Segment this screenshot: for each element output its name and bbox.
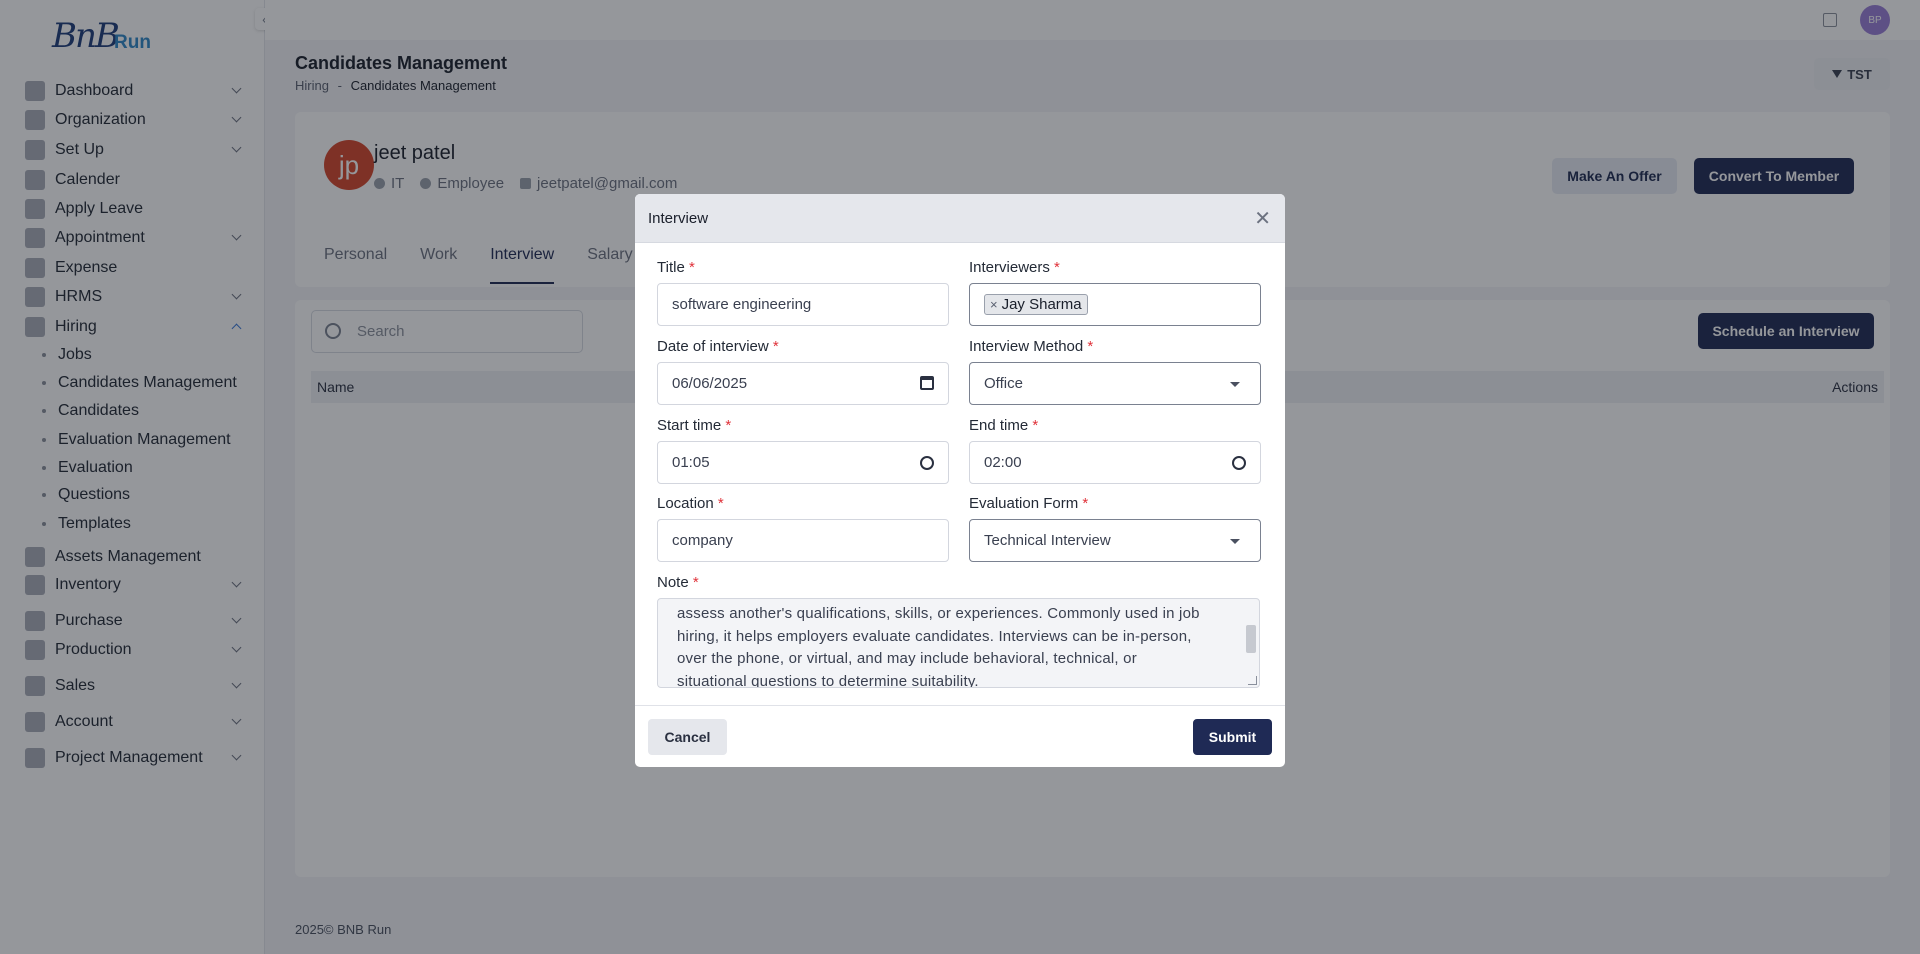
method-label: Interview Method * bbox=[969, 338, 1093, 355]
note-scroll-thumb[interactable] bbox=[1246, 625, 1256, 653]
method-label-text: Interview Method bbox=[969, 338, 1084, 355]
location-label-text: Location bbox=[657, 495, 714, 512]
submit-button[interactable]: Submit bbox=[1193, 719, 1272, 755]
chevron-down-icon bbox=[1230, 539, 1240, 544]
date-label: Date of interview * bbox=[657, 338, 779, 355]
interviewer-tag-label: Jay Sharma bbox=[1001, 296, 1082, 313]
end-label-text: End time bbox=[969, 417, 1029, 434]
modal-title: Interview bbox=[648, 210, 709, 227]
note-label-text: Note bbox=[657, 574, 689, 591]
evaluation-form-label: Evaluation Form * bbox=[969, 495, 1088, 512]
required-mark: * bbox=[725, 417, 732, 434]
interviewers-select[interactable]: × Jay Sharma bbox=[969, 283, 1261, 326]
calendar-icon[interactable] bbox=[920, 376, 934, 390]
resize-handle-icon[interactable] bbox=[1248, 676, 1257, 685]
required-mark: * bbox=[1054, 259, 1060, 276]
start-time-field[interactable]: 01:05 bbox=[657, 441, 949, 484]
method-value: Office bbox=[984, 375, 1023, 392]
date-value: 06/06/2025 bbox=[672, 375, 748, 392]
interviewers-label: Interviewers * bbox=[969, 259, 1060, 276]
note-label: Note * bbox=[657, 574, 699, 591]
evaluation-form-select[interactable]: Technical Interview bbox=[969, 519, 1261, 562]
start-time-label: Start time * bbox=[657, 417, 731, 434]
required-mark: * bbox=[1082, 495, 1089, 512]
start-time-value: 01:05 bbox=[672, 454, 710, 471]
end-time-value: 02:00 bbox=[984, 454, 1022, 471]
end-time-label: End time * bbox=[969, 417, 1038, 434]
title-field[interactable]: software engineering bbox=[657, 283, 949, 326]
required-mark: * bbox=[772, 338, 779, 355]
note-text: assess another's qualifications, skills,… bbox=[677, 603, 1242, 688]
title-label-text: Title bbox=[657, 259, 685, 276]
modal-footer: Cancel Submit bbox=[635, 705, 1285, 767]
location-label: Location * bbox=[657, 495, 724, 512]
end-time-field[interactable]: 02:00 bbox=[969, 441, 1261, 484]
date-field[interactable]: 06/06/2025 bbox=[657, 362, 949, 405]
interviewers-label-text: Interviewers bbox=[969, 259, 1050, 276]
interview-modal: Interview ✕ Title * software engineering… bbox=[635, 194, 1285, 767]
eval-label-text: Evaluation Form bbox=[969, 495, 1079, 512]
location-field[interactable]: company bbox=[657, 519, 949, 562]
interview-method-select[interactable]: Office bbox=[969, 362, 1261, 405]
note-scrollbar[interactable] bbox=[1245, 601, 1257, 685]
note-line: hiring, it helps employers evaluate cand… bbox=[677, 627, 1192, 645]
required-mark: * bbox=[688, 259, 695, 276]
close-icon[interactable]: ✕ bbox=[1254, 206, 1271, 231]
required-mark: * bbox=[1032, 417, 1039, 434]
start-label-text: Start time bbox=[657, 417, 722, 434]
required-mark: * bbox=[1087, 338, 1094, 355]
date-label-text: Date of interview bbox=[657, 338, 769, 355]
note-line: situational questions to determine suita… bbox=[677, 672, 979, 688]
interviewer-tag: × Jay Sharma bbox=[984, 294, 1088, 315]
remove-tag-icon[interactable]: × bbox=[990, 297, 998, 312]
cancel-button[interactable]: Cancel bbox=[648, 719, 727, 755]
clock-icon[interactable] bbox=[920, 456, 934, 470]
note-line: over the phone, or virtual, and may incl… bbox=[677, 650, 1137, 667]
eval-value: Technical Interview bbox=[984, 532, 1111, 549]
clock-icon[interactable] bbox=[1232, 456, 1246, 470]
chevron-down-icon bbox=[1230, 382, 1240, 387]
required-mark: * bbox=[717, 495, 724, 512]
note-textarea[interactable]: assess another's qualifications, skills,… bbox=[657, 598, 1260, 688]
modal-header: Interview ✕ bbox=[635, 194, 1285, 243]
title-label: Title * bbox=[657, 259, 695, 276]
required-mark: * bbox=[692, 574, 699, 591]
note-line: assess another's qualifications, skills,… bbox=[677, 605, 1200, 622]
